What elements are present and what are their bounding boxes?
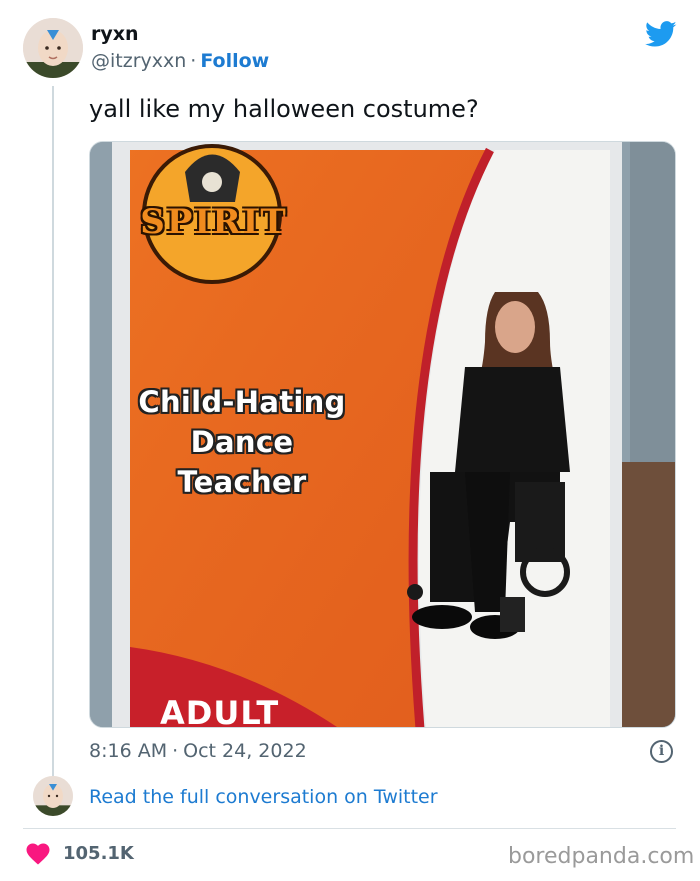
author-avatar[interactable] xyxy=(23,18,83,78)
author-handle-row: @itzryxxn · Follow xyxy=(91,50,269,72)
separator-dot: · xyxy=(172,740,179,762)
tweet-timestamp[interactable]: 8:16 AM · Oct 24, 2022 xyxy=(89,740,307,762)
costume-title: Child-Hating Dance Teacher xyxy=(132,382,352,502)
costume-title-line: Teacher xyxy=(177,465,307,499)
size-label: ADULT xyxy=(160,694,280,728)
tweet-text: yall like my halloween costume? xyxy=(89,95,479,123)
tweet-media-image[interactable]: SPIRIT Child-Hating Dance Teacher ADULT xyxy=(89,141,676,728)
footer-divider xyxy=(23,828,676,829)
twitter-bird-icon[interactable] xyxy=(645,21,677,48)
likes-count[interactable]: 105.1K xyxy=(63,843,134,864)
costume-title-line: Dance xyxy=(190,425,294,459)
embedded-tweet-card: ryxn @itzryxxn · Follow yall like my hallo… xyxy=(0,0,700,881)
reply-avatar xyxy=(33,776,73,816)
tweet-time: 8:16 AM xyxy=(89,740,168,762)
heart-icon[interactable] xyxy=(26,843,50,865)
read-conversation-link[interactable]: Read the full conversation on Twitter xyxy=(89,786,438,808)
thread-line xyxy=(52,86,54,776)
author-name[interactable]: ryxn xyxy=(91,23,139,45)
tweet-date: Oct 24, 2022 xyxy=(183,740,307,762)
costume-title-line: Child-Hating xyxy=(138,385,346,419)
separator-dot: · xyxy=(190,50,197,72)
follow-button[interactable]: Follow xyxy=(200,50,269,72)
info-icon[interactable]: i xyxy=(650,740,673,763)
boredpanda-watermark: boredpanda.com xyxy=(508,844,695,869)
spirit-brand-logo: SPIRIT xyxy=(140,202,288,242)
author-handle[interactable]: @itzryxxn xyxy=(91,50,186,72)
